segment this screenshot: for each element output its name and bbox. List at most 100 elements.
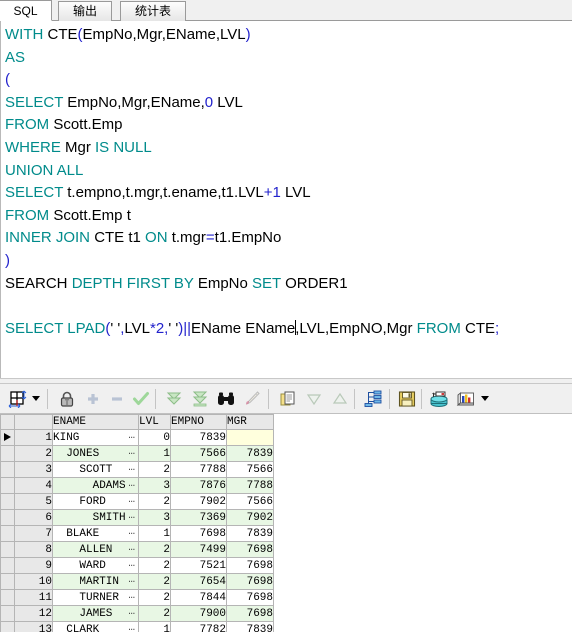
table-row[interactable]: 3 SCOTT … 2 7788 7566: [0, 461, 274, 478]
cell-ename[interactable]: FORD…: [52, 493, 139, 510]
row-indicator[interactable]: [0, 477, 15, 494]
table-row[interactable]: 8 ALLEN … 2 7499 7698: [0, 541, 274, 558]
sql-editor-text[interactable]: WITH CTE(EmpNo,Mgr,EName,LVL) AS (SELECT E…: [5, 24, 571, 340]
cell-ellipsis-icon[interactable]: …: [128, 479, 135, 491]
header-mgr[interactable]: MGR: [226, 414, 274, 430]
row-indicator[interactable]: [0, 605, 15, 622]
table-row[interactable]: 5 FORD … 2 7902 7566: [0, 493, 274, 510]
row-number[interactable]: 12: [14, 605, 53, 622]
grid-layout-icon[interactable]: [6, 388, 28, 410]
cell-lvl[interactable]: 1: [138, 445, 171, 462]
cell-ename[interactable]: ADAMS…: [52, 477, 139, 494]
chart-icon[interactable]: [455, 388, 477, 410]
cell-ename[interactable]: SCOTT…: [52, 461, 139, 478]
cell-ellipsis-icon[interactable]: …: [128, 543, 135, 555]
cell-mgr[interactable]: 7788: [226, 477, 274, 494]
header-empno[interactable]: EMPNO: [170, 414, 227, 430]
cell-ellipsis-icon[interactable]: …: [128, 511, 135, 523]
cell-mgr[interactable]: 7902: [226, 509, 274, 526]
cell-mgr[interactable]: 7839: [226, 445, 274, 462]
cell-ename[interactable]: WARD…: [52, 557, 139, 574]
cell-ellipsis-icon[interactable]: …: [128, 559, 135, 571]
cell-empno[interactable]: 7900: [170, 605, 227, 622]
cell-lvl[interactable]: 3: [138, 509, 171, 526]
table-row[interactable]: 9 WARD … 2 7521 7698: [0, 557, 274, 574]
cell-empno[interactable]: 7902: [170, 493, 227, 510]
row-indicator[interactable]: [0, 589, 15, 606]
table-row[interactable]: 1 KING … 0 7839: [0, 429, 274, 446]
cell-empno[interactable]: 7654: [170, 573, 227, 590]
row-indicator[interactable]: [0, 493, 15, 510]
cell-lvl[interactable]: 2: [138, 541, 171, 558]
cell-empno[interactable]: 7876: [170, 477, 227, 494]
cell-lvl[interactable]: 0: [138, 429, 171, 446]
cell-ellipsis-icon[interactable]: …: [128, 463, 135, 475]
row-indicator[interactable]: [0, 461, 15, 478]
cell-mgr[interactable]: 7698: [226, 557, 274, 574]
row-indicator[interactable]: [0, 429, 15, 446]
binoculars-icon[interactable]: [215, 388, 237, 410]
chart-dropdown-icon[interactable]: [481, 396, 489, 401]
row-indicator[interactable]: [0, 541, 15, 558]
row-number[interactable]: 13: [14, 621, 53, 632]
sort-ascending-icon[interactable]: [329, 388, 351, 410]
row-indicator[interactable]: [0, 621, 15, 632]
cell-ellipsis-icon[interactable]: …: [128, 447, 135, 459]
cell-ellipsis-icon[interactable]: …: [128, 527, 135, 539]
table-row[interactable]: 10 MARTIN … 2 7654 7698: [0, 573, 274, 590]
minus-icon[interactable]: [106, 388, 128, 410]
cell-mgr[interactable]: 7566: [226, 461, 274, 478]
cell-ellipsis-icon[interactable]: …: [128, 575, 135, 587]
table-row[interactable]: 11 TURNER … 2 7844 7698: [0, 589, 274, 606]
save-icon[interactable]: [396, 388, 418, 410]
row-number[interactable]: 4: [14, 477, 53, 494]
table-row[interactable]: 2 JONES … 1 7566 7839: [0, 445, 274, 462]
cell-mgr[interactable]: 7698: [226, 541, 274, 558]
table-row[interactable]: 12 JAMES … 2 7900 7698: [0, 605, 274, 622]
cell-ellipsis-icon[interactable]: …: [128, 431, 135, 443]
cell-empno[interactable]: 7788: [170, 461, 227, 478]
fetch-all-icon[interactable]: [189, 388, 211, 410]
grid-layout-dropdown-icon[interactable]: [32, 396, 40, 401]
plus-icon[interactable]: [82, 388, 104, 410]
row-indicator[interactable]: [0, 573, 15, 590]
cell-empno[interactable]: 7499: [170, 541, 227, 558]
cell-empno[interactable]: 7839: [170, 429, 227, 446]
cell-lvl[interactable]: 2: [138, 461, 171, 478]
cell-mgr[interactable]: 7698: [226, 589, 274, 606]
row-number[interactable]: 5: [14, 493, 53, 510]
cell-lvl[interactable]: 1: [138, 525, 171, 542]
tab-sql[interactable]: SQL: [0, 0, 52, 21]
cell-ename[interactable]: JAMES…: [52, 605, 139, 622]
cell-lvl[interactable]: 2: [138, 493, 171, 510]
row-indicator[interactable]: [0, 557, 15, 574]
cell-mgr[interactable]: 7698: [226, 605, 274, 622]
cell-ename[interactable]: KING…: [52, 429, 139, 446]
cell-ellipsis-icon[interactable]: …: [128, 495, 135, 507]
cell-ename[interactable]: MARTIN…: [52, 573, 139, 590]
cell-lvl[interactable]: 1: [138, 621, 171, 632]
cell-mgr[interactable]: 7698: [226, 573, 274, 590]
export-database-icon[interactable]: [428, 388, 450, 410]
tab-statistics[interactable]: 统计表: [120, 1, 186, 21]
cell-ename[interactable]: SMITH…: [52, 509, 139, 526]
check-icon[interactable]: [130, 388, 152, 410]
cell-ename[interactable]: ALLEN…: [52, 541, 139, 558]
row-number[interactable]: 8: [14, 541, 53, 558]
sort-descending-icon[interactable]: [303, 388, 325, 410]
row-indicator[interactable]: [0, 525, 15, 542]
table-row[interactable]: 7 BLAKE … 1 7698 7839: [0, 525, 274, 542]
cell-ename[interactable]: TURNER…: [52, 589, 139, 606]
cell-ellipsis-icon[interactable]: …: [128, 623, 135, 632]
cell-lvl[interactable]: 2: [138, 573, 171, 590]
cell-ename[interactable]: BLAKE…: [52, 525, 139, 542]
row-number[interactable]: 1: [14, 429, 53, 446]
fetch-next-page-icon[interactable]: [163, 388, 185, 410]
table-row[interactable]: 6 SMITH… 3 7369 7902: [0, 509, 274, 526]
cell-ename[interactable]: JONES…: [52, 445, 139, 462]
header-lvl[interactable]: LVL: [138, 414, 171, 430]
table-row[interactable]: 4 ADAMS… 3 7876 7788: [0, 477, 274, 494]
row-number[interactable]: 6: [14, 509, 53, 526]
cell-ellipsis-icon[interactable]: …: [128, 591, 135, 603]
cell-lvl[interactable]: 2: [138, 557, 171, 574]
